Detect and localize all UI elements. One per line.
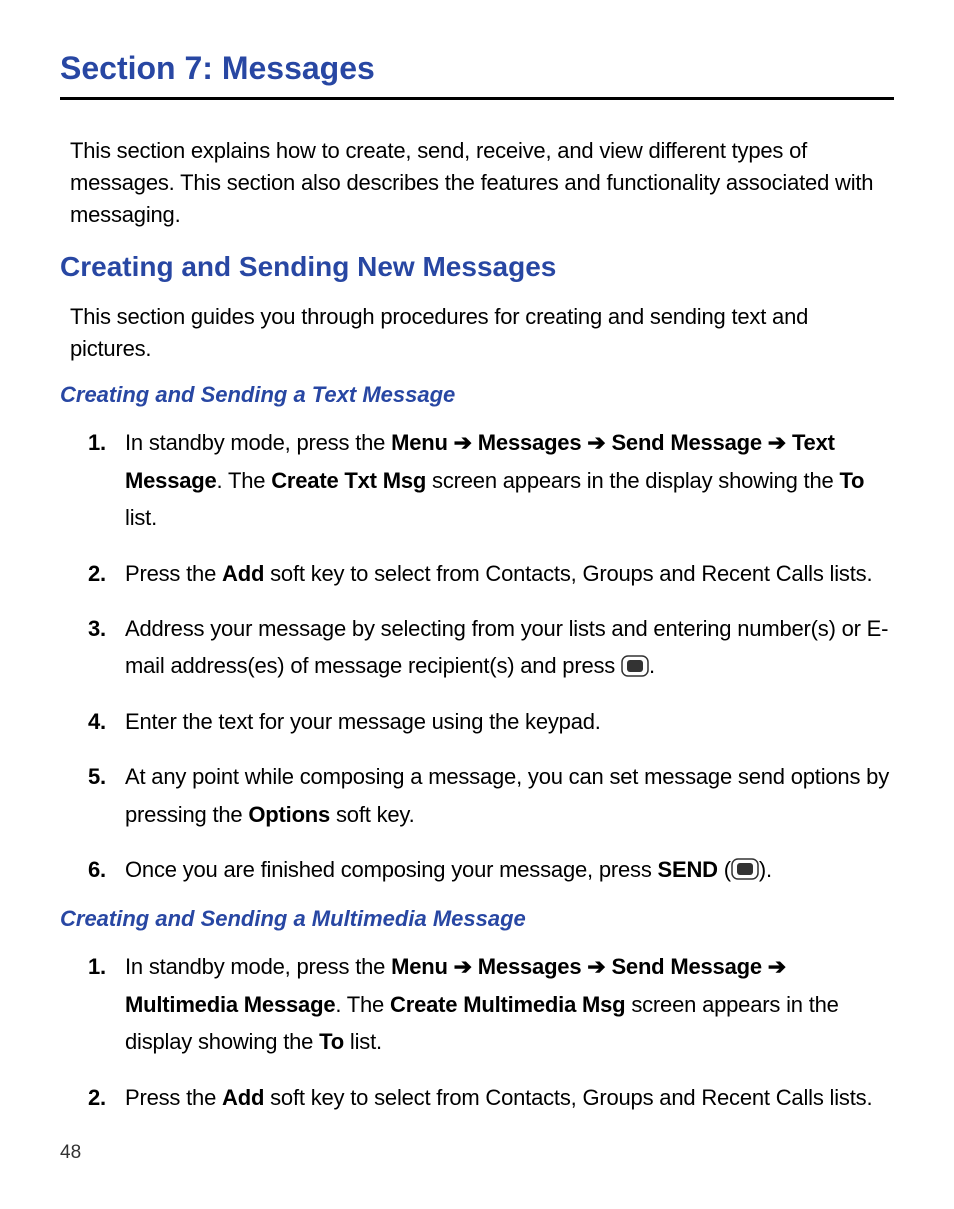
list-item: 1. In standby mode, press the Menu ➔ Mes… — [60, 424, 894, 536]
multimedia-message-title: Creating and Sending a Multimedia Messag… — [60, 906, 894, 932]
step-content: Enter the text for your message using th… — [110, 703, 894, 740]
button-icon — [731, 858, 759, 880]
step-number: 4. — [60, 703, 110, 740]
step-content: In standby mode, press the Menu ➔ Messag… — [110, 424, 894, 536]
multimedia-message-steps: 1. In standby mode, press the Menu ➔ Mes… — [60, 948, 894, 1116]
step-number: 2. — [60, 1079, 110, 1116]
subsection-title: Creating and Sending New Messages — [60, 251, 894, 283]
step-content: Press the Add soft key to select from Co… — [110, 555, 894, 592]
section-intro: This section explains how to create, sen… — [60, 135, 894, 231]
subsection-intro: This section guides you through procedur… — [60, 301, 894, 365]
step-number: 1. — [60, 948, 110, 1060]
step-number: 6. — [60, 851, 110, 888]
text-message-title: Creating and Sending a Text Message — [60, 382, 894, 408]
page-number: 48 — [60, 1142, 81, 1164]
step-content: Address your message by selecting from y… — [110, 610, 894, 685]
step-content: In standby mode, press the Menu ➔ Messag… — [110, 948, 894, 1060]
list-item: 2. Press the Add soft key to select from… — [60, 555, 894, 592]
step-number: 5. — [60, 758, 110, 833]
text-message-steps: 1. In standby mode, press the Menu ➔ Mes… — [60, 424, 894, 888]
title-underline — [60, 97, 894, 100]
step-content: At any point while composing a message, … — [110, 758, 894, 833]
list-item: 3. Address your message by selecting fro… — [60, 610, 894, 685]
list-item: 1. In standby mode, press the Menu ➔ Mes… — [60, 948, 894, 1060]
button-icon — [621, 655, 649, 677]
step-content: Press the Add soft key to select from Co… — [110, 1079, 894, 1116]
list-item: 4. Enter the text for your message using… — [60, 703, 894, 740]
list-item: 2. Press the Add soft key to select from… — [60, 1079, 894, 1116]
list-item: 5. At any point while composing a messag… — [60, 758, 894, 833]
list-item: 6. Once you are finished composing your … — [60, 851, 894, 888]
section-title: Section 7: Messages — [60, 50, 894, 87]
step-number: 1. — [60, 424, 110, 536]
step-content: Once you are finished composing your mes… — [110, 851, 894, 888]
step-number: 2. — [60, 555, 110, 592]
step-number: 3. — [60, 610, 110, 685]
